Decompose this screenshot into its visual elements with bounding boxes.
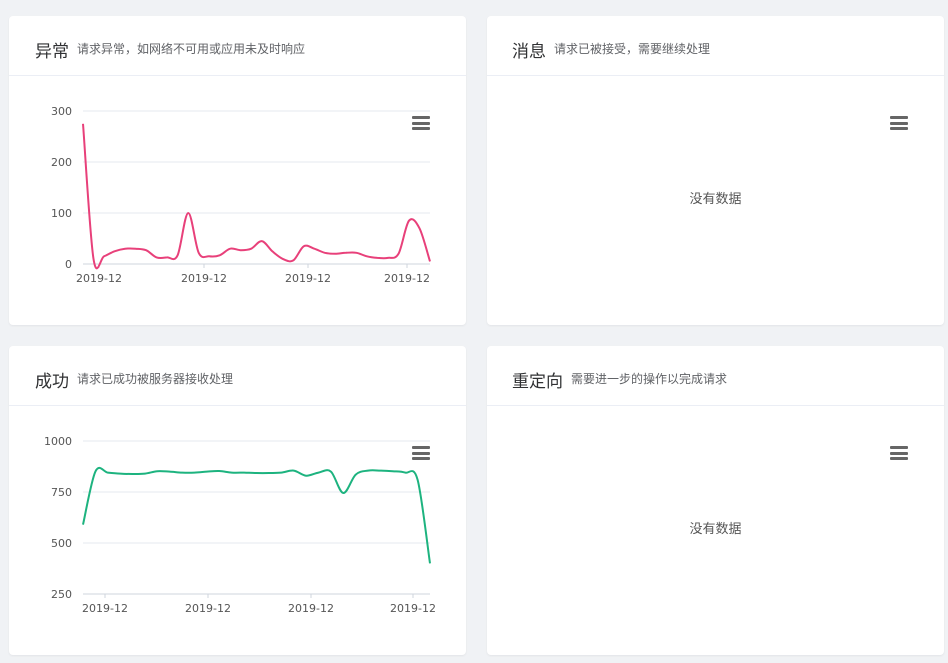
y-tick-label: 300	[51, 105, 72, 118]
message-card-header: 消息 请求已被接受，需要继续处理	[487, 16, 944, 76]
y-tick-label: 1000	[44, 435, 72, 448]
y-tick-label: 0	[65, 258, 72, 271]
x-tick-label: 2019-12	[181, 272, 227, 285]
x-tick-label: 2019-12	[285, 272, 331, 285]
series-line	[82, 123, 431, 270]
success-card: 成功 请求已成功被服务器接收处理 250 500 750 1000 2019-12 201…	[9, 346, 466, 655]
abnormal-card-header: 异常 请求异常，如网络不可用或应用未及时响应	[9, 16, 466, 76]
x-tick-label: 2019-12	[384, 272, 430, 285]
hamburger-menu-icon[interactable]	[412, 446, 430, 460]
message-card-title: 消息	[512, 42, 546, 62]
message-card: 消息 请求已被接受，需要继续处理 没有数据	[487, 16, 944, 325]
redirect-card-title: 重定向	[512, 372, 563, 392]
success-card-subtitle: 请求已成功被服务器接收处理	[77, 372, 234, 386]
y-tick-label: 100	[51, 207, 72, 220]
redirect-card-header: 重定向 需要进一步的操作以完成请求	[487, 346, 944, 406]
y-tick-label: 500	[51, 537, 72, 550]
x-tick-label: 2019-12	[76, 272, 122, 285]
y-tick-label: 750	[51, 486, 72, 499]
message-card-subtitle: 请求已被接受，需要继续处理	[554, 42, 711, 56]
hamburger-menu-icon[interactable]	[412, 116, 430, 130]
abnormal-card: 异常 请求异常，如网络不可用或应用未及时响应 0 100 200 300 2019-12…	[9, 16, 466, 325]
hamburger-menu-icon[interactable]	[890, 446, 908, 460]
y-tick-label: 200	[51, 156, 72, 169]
abnormal-card-subtitle: 请求异常，如网络不可用或应用未及时响应	[77, 42, 306, 56]
success-card-header: 成功 请求已成功被服务器接收处理	[9, 346, 466, 406]
no-data-text: 没有数据	[689, 522, 742, 537]
y-tick-label: 250	[51, 588, 72, 601]
x-tick-label: 2019-12	[82, 602, 128, 615]
series-line	[82, 467, 431, 564]
redirect-card: 重定向 需要进一步的操作以完成请求 没有数据	[487, 346, 944, 655]
x-tick-label: 2019-12	[288, 602, 334, 615]
no-data-text: 没有数据	[689, 192, 742, 207]
success-card-title: 成功	[35, 372, 69, 392]
x-tick-label: 2019-12	[185, 602, 231, 615]
x-tick-label: 2019-12	[390, 602, 436, 615]
abnormal-card-title: 异常	[35, 42, 69, 62]
redirect-card-subtitle: 需要进一步的操作以完成请求	[571, 372, 728, 386]
hamburger-menu-icon[interactable]	[890, 116, 908, 130]
